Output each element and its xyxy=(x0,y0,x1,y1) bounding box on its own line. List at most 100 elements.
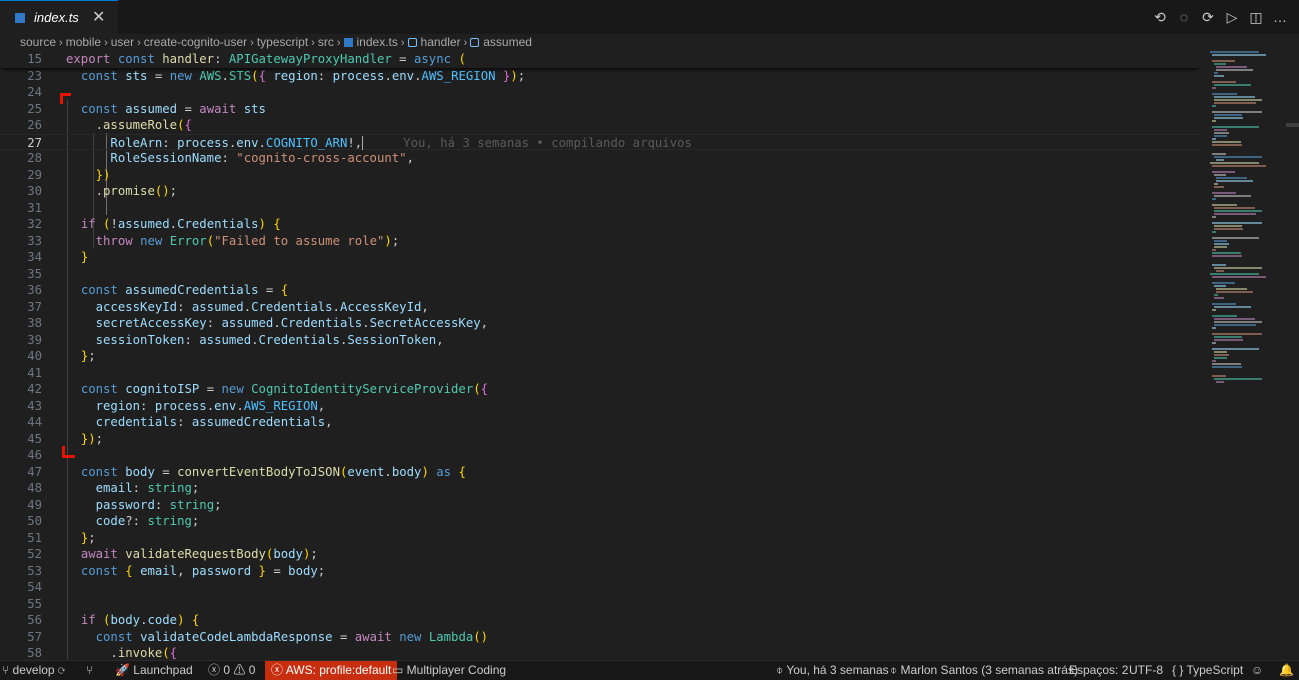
code-line[interactable]: 23 const sts = new AWS.STS({ region: pro… xyxy=(0,68,1200,85)
code-line[interactable]: 52 await validateRequestBody(body); xyxy=(0,546,1200,563)
code-line[interactable]: 33 throw new Error("Failed to assume rol… xyxy=(0,233,1200,250)
line-number: 52 xyxy=(27,547,42,561)
sticky-scroll-line[interactable]: 15 export const handler: APIGatewayProxyH… xyxy=(0,51,1200,68)
code-line[interactable]: 43 region: process.env.AWS_REGION, xyxy=(0,398,1200,415)
code-line[interactable]: 56 if (body.code) { xyxy=(0,612,1200,629)
code-text: .invoke({ xyxy=(66,646,178,659)
branch-name: develop xyxy=(12,663,55,677)
code-line[interactable]: 40 }; xyxy=(0,348,1200,365)
code-line[interactable]: 55 xyxy=(0,596,1200,613)
code-line[interactable]: 47 const body = convertEventBodyToJSON(e… xyxy=(0,464,1200,481)
launchpad-item[interactable]: 🚀 Launchpad xyxy=(115,661,193,680)
minimap-line xyxy=(1214,246,1227,248)
breadcrumb-item[interactable]: index.ts xyxy=(357,35,398,49)
code-line[interactable]: 50 code?: string; xyxy=(0,513,1200,530)
code-line[interactable]: 41 xyxy=(0,365,1200,382)
breadcrumb-item[interactable]: assumed xyxy=(483,35,532,49)
minimap[interactable] xyxy=(1200,51,1286,383)
encoding-item[interactable]: UTF-8 xyxy=(1129,661,1163,680)
code-line[interactable]: 53 const { email, password } = body; xyxy=(0,563,1200,580)
run-icon[interactable]: ▷ xyxy=(1223,8,1241,26)
breadcrumb-item[interactable]: create-cognito-user xyxy=(144,35,247,49)
code-line[interactable]: 29 }) xyxy=(0,167,1200,184)
source-control-graph-icon[interactable]: ⑂ xyxy=(86,661,93,680)
code-line[interactable]: 48 email: string; xyxy=(0,480,1200,497)
code-line[interactable]: 42 const cognitoISP = new CognitoIdentit… xyxy=(0,381,1200,398)
author-item[interactable]: ⌽ Marlon Santos (3 semanas atrás) xyxy=(890,661,1078,680)
code-line[interactable]: 45 }); xyxy=(0,431,1200,448)
scrollbar-thumb[interactable] xyxy=(1286,123,1299,127)
minimap-line xyxy=(1216,69,1253,71)
line-number: 38 xyxy=(27,316,42,330)
copilot-icon[interactable]: ☺ xyxy=(1251,661,1263,680)
minimap-line xyxy=(1214,186,1224,188)
minimap-line xyxy=(1214,378,1262,380)
code-line[interactable]: 26 .assumeRole({ xyxy=(0,117,1200,134)
revert-icon[interactable]: ◌ xyxy=(1175,8,1193,26)
code-line[interactable]: 35 xyxy=(0,266,1200,283)
more-actions-icon[interactable]: … xyxy=(1271,8,1289,26)
code-line[interactable]: 57 const validateCodeLambdaResponse = aw… xyxy=(0,629,1200,646)
line-number: 58 xyxy=(27,646,42,659)
code-text: email: string; xyxy=(95,481,200,495)
breadcrumb-item[interactable]: handler xyxy=(421,35,461,49)
tab-bar: index.ts ✕ ⟲ ◌ ⟳ ▷ ◫ … xyxy=(0,0,1299,34)
next-change-icon[interactable]: ⟳ xyxy=(1199,8,1217,26)
git-blame-item[interactable]: ⌽ You, há 3 semanas xyxy=(776,661,889,680)
minimap-line xyxy=(1214,96,1255,98)
code-line[interactable]: 54 xyxy=(0,579,1200,596)
indentation-item[interactable]: Espaços: 2 xyxy=(1069,661,1128,680)
code-line[interactable]: 49 password: string; xyxy=(0,497,1200,514)
minimap-line xyxy=(1214,213,1257,215)
breadcrumb-item[interactable]: typescript xyxy=(257,35,308,49)
aws-profile-item[interactable]: ⓧ AWS: profile:default xyxy=(265,661,398,680)
minimap-line xyxy=(1212,342,1216,344)
code-line[interactable]: 58 .invoke({ xyxy=(0,645,1200,659)
split-editor-icon[interactable]: ◫ xyxy=(1247,8,1265,26)
code-line[interactable]: 36 const assumedCredentials = { xyxy=(0,282,1200,299)
minimap-line xyxy=(1212,276,1266,278)
breadcrumb-item[interactable]: source xyxy=(20,35,56,49)
breadcrumb-item[interactable]: src xyxy=(318,35,334,49)
code-editor[interactable]: 15 export const handler: APIGatewayProxyH… xyxy=(0,51,1200,659)
language-item[interactable]: { } TypeScript xyxy=(1172,661,1243,680)
code-line[interactable]: 32 if (!assumed.Credentials) { xyxy=(0,216,1200,233)
minimap-line xyxy=(1216,381,1225,383)
code-line[interactable]: 28 RoleSessionName: "cognito-cross-accou… xyxy=(0,150,1200,167)
minimap-line xyxy=(1216,270,1225,272)
code-line[interactable]: 34 } xyxy=(0,249,1200,266)
code-line[interactable]: 46 xyxy=(0,447,1200,464)
chevron-right-icon: › xyxy=(250,37,254,49)
launchpad-label: Launchpad xyxy=(133,663,193,677)
code-text: const validateCodeLambdaResponse = await… xyxy=(95,629,489,644)
minimap-line xyxy=(1214,336,1242,338)
code-line[interactable]: 31 xyxy=(0,200,1200,217)
code-line[interactable]: 44 credentials: assumedCredentials, xyxy=(0,414,1200,431)
multiplayer-item[interactable]: ▭ Multiplayer Coding xyxy=(392,661,506,680)
previous-change-icon[interactable]: ⟲ xyxy=(1151,8,1169,26)
code-line[interactable]: 51 }; xyxy=(0,530,1200,547)
problems-item[interactable]: ⓧ 0 ⚠ 0 xyxy=(208,661,255,680)
minimap-line xyxy=(1212,216,1216,218)
notifications-icon[interactable]: 🔔 xyxy=(1279,661,1294,680)
code-line[interactable]: 30 .promise(); xyxy=(0,183,1200,200)
close-tab-icon[interactable]: ✕ xyxy=(92,7,105,27)
branch-icon: ⑂ xyxy=(2,663,13,677)
tab-index-ts[interactable]: index.ts ✕ xyxy=(0,0,118,34)
vertical-scrollbar[interactable] xyxy=(1286,51,1299,659)
minimap-line xyxy=(1212,204,1238,206)
minimap-line xyxy=(1214,102,1257,104)
code-line[interactable]: 37 accessKeyId: assumed.Credentials.Acce… xyxy=(0,299,1200,316)
code-line[interactable]: 24 xyxy=(0,84,1200,101)
breadcrumb-item[interactable]: mobile xyxy=(66,35,101,49)
code-text: if (body.code) { xyxy=(80,613,200,627)
code-line[interactable]: 25 const assumed = await sts xyxy=(0,101,1200,118)
branch-item[interactable]: ⑂ develop ⟳ xyxy=(2,661,65,680)
code-line[interactable]: 39 sessionToken: assumed.Credentials.Ses… xyxy=(0,332,1200,349)
minimap-line xyxy=(1212,360,1216,362)
code-line[interactable]: 27 RoleArn: process.env.COGNITO_ARN!, You… xyxy=(0,133,1200,150)
error-count: 0 xyxy=(223,663,231,677)
minimap-line xyxy=(1212,60,1235,62)
code-line[interactable]: 38 secretAccessKey: assumed.Credentials.… xyxy=(0,315,1200,332)
breadcrumb-item[interactable]: user xyxy=(111,35,134,49)
